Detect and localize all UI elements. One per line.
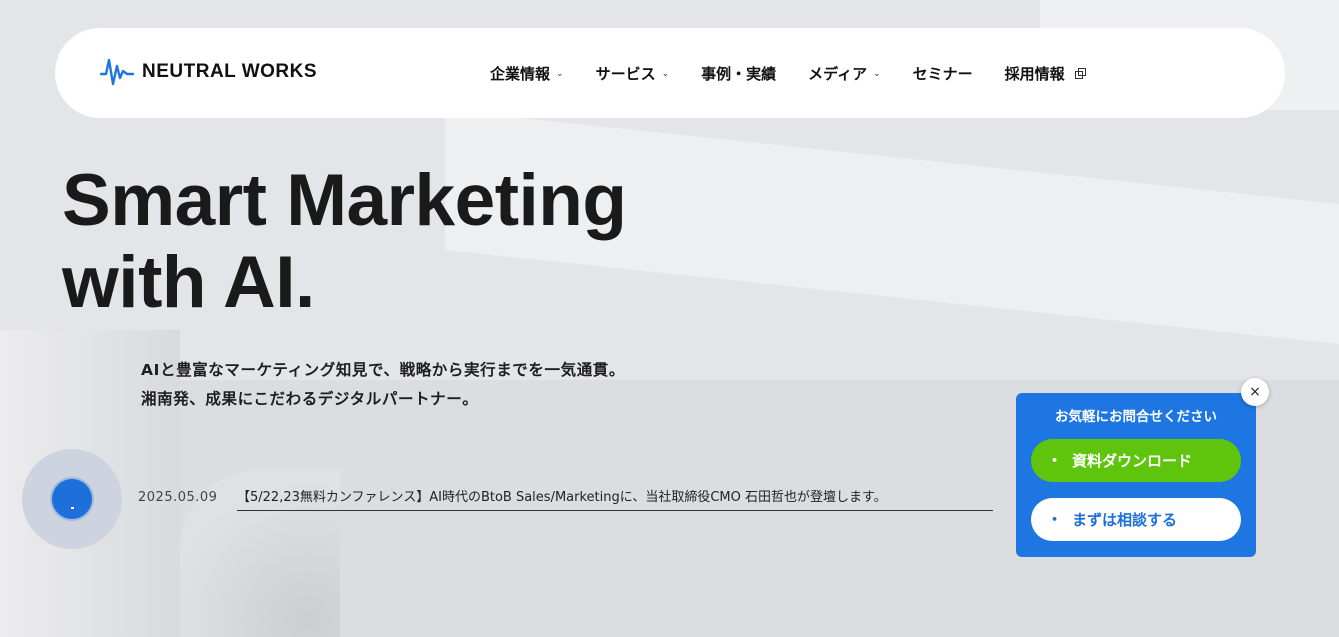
- chevron-down-icon: ⌄: [873, 69, 881, 79]
- nav-item-cases[interactable]: 事例・実績: [701, 63, 776, 84]
- nav-label: 企業情報: [490, 64, 551, 83]
- nav-label: 採用情報: [1004, 64, 1065, 83]
- chevron-down-icon: ⌄: [661, 69, 670, 79]
- chevron-down-icon: ⌄: [556, 69, 564, 79]
- hero-title-line2: with AI.: [62, 242, 315, 323]
- nav-item-recruit[interactable]: 採用情報: [1004, 63, 1086, 84]
- close-icon: ×: [1249, 384, 1261, 400]
- consult-button[interactable]: • まずは相談する: [1031, 498, 1241, 541]
- consult-label: まずは相談する: [1072, 511, 1178, 529]
- hero-subtitle: AIと豊富なマーケティング知見で、戦略から実行までを一気通貫。 湘南発、成果にこ…: [141, 356, 625, 414]
- contact-panel: お気軽にお問合せください • 資料ダウンロード • まずは相談する: [1016, 393, 1256, 557]
- contact-panel-title: お気軽にお問合せください: [1055, 409, 1217, 425]
- nav-label: 事例・実績: [701, 64, 777, 83]
- scroll-indicator[interactable]: [22, 449, 122, 549]
- logo-text: NEUTRAL WORKS: [142, 61, 318, 82]
- dot: [71, 507, 74, 509]
- nav-item-media[interactable]: メディア ⌄: [808, 63, 881, 84]
- hero-subtitle-line2: 湘南発、成果にこだわるデジタルパートナー。: [141, 390, 479, 408]
- news-link[interactable]: 【5/22,23無料カンファレンス】AI時代のBtoB Sales/Market…: [237, 486, 993, 511]
- waveform-logo-icon: [100, 58, 134, 86]
- news-date: 2025.05.09: [138, 490, 218, 505]
- hero-title-line1: Smart Marketing: [62, 160, 627, 241]
- download-button[interactable]: • 資料ダウンロード: [1031, 439, 1241, 482]
- download-label: 資料ダウンロード: [1072, 452, 1193, 470]
- nav-item-seminar[interactable]: セミナー: [913, 63, 973, 84]
- nav-item-company[interactable]: 企業情報 ⌄: [490, 63, 564, 84]
- hero-title: Smart Marketing with AI.: [62, 160, 627, 324]
- close-panel-button[interactable]: ×: [1241, 378, 1269, 406]
- site-header: NEUTRAL WORKS 企業情報 ⌄ サービス ⌄ 事例・実績 メディア ⌄…: [55, 28, 1285, 118]
- nav-label: セミナー: [912, 64, 973, 83]
- nav-item-services[interactable]: サービス ⌄: [596, 63, 670, 84]
- hero-subtitle-line1: AIと豊富なマーケティング知見で、戦略から実行までを一気通貫。: [141, 361, 626, 379]
- bullet-icon: •: [1051, 513, 1059, 526]
- nav-label: サービス: [595, 64, 656, 83]
- external-link-icon: [1074, 68, 1086, 79]
- nav-label: メディア: [808, 64, 868, 83]
- logo[interactable]: NEUTRAL WORKS: [100, 57, 317, 87]
- main-nav: 企業情報 ⌄ サービス ⌄ 事例・実績 メディア ⌄ セミナー 採用情報: [490, 28, 1086, 118]
- scroll-dot-icon: [52, 479, 92, 519]
- bullet-icon: •: [1051, 454, 1059, 467]
